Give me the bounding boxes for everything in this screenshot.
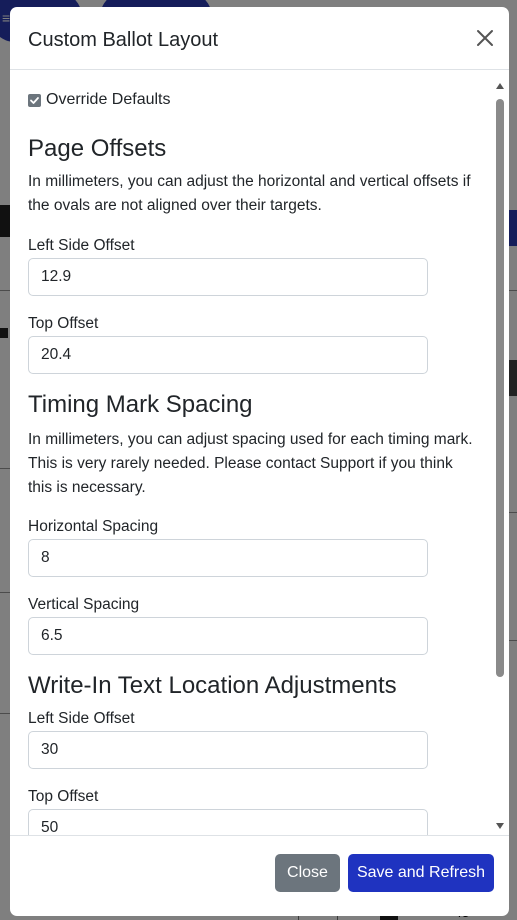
write-in-top-offset-input[interactable]	[28, 809, 428, 835]
modal-header: Custom Ballot Layout	[10, 7, 509, 70]
page-left-offset-input[interactable]	[28, 258, 428, 296]
scroll-up-arrow-icon[interactable]	[496, 83, 504, 89]
vertical-spacing-label: Vertical Spacing	[28, 596, 140, 613]
write-in-adjustments-title: Write-In Text Location Adjustments	[28, 672, 397, 699]
checkmark-icon	[30, 96, 39, 104]
override-defaults-checkbox[interactable]	[28, 93, 41, 107]
vertical-spacing-input[interactable]	[28, 617, 428, 655]
close-button[interactable]: Close	[275, 854, 340, 892]
scroll-down-arrow-icon[interactable]	[496, 823, 504, 829]
custom-ballot-layout-modal: Custom Ballot Layout Override Defaults P…	[10, 7, 509, 916]
modal-scrollbar[interactable]	[492, 70, 509, 835]
page-offsets-title: Page Offsets	[28, 135, 167, 162]
write-in-left-offset-label: Left Side Offset	[28, 710, 135, 727]
horizontal-spacing-input[interactable]	[28, 539, 428, 577]
modal-footer: Close Save and Refresh	[10, 835, 509, 916]
horizontal-spacing-label: Horizontal Spacing	[28, 518, 159, 535]
page-top-offset-input[interactable]	[28, 336, 428, 374]
close-icon[interactable]	[473, 26, 497, 50]
override-defaults-label: Override Defaults	[46, 91, 171, 108]
page-left-offset-label: Left Side Offset	[28, 237, 135, 254]
write-in-left-offset-input[interactable]	[28, 731, 428, 769]
timing-mark-spacing-title: Timing Mark Spacing	[28, 391, 253, 418]
page-offsets-help: In millimeters, you can adjust the horiz…	[28, 173, 471, 214]
modal-title: Custom Ballot Layout	[28, 29, 219, 51]
timing-mark-spacing-help: In millimeters, you can adjust spacing u…	[28, 431, 473, 496]
scrollbar-thumb[interactable]	[496, 99, 504, 677]
write-in-top-offset-label: Top Offset	[28, 788, 99, 805]
page-top-offset-label: Top Offset	[28, 315, 99, 332]
override-defaults-row: Override Defaults	[28, 91, 171, 109]
save-and-refresh-button[interactable]: Save and Refresh	[348, 854, 494, 892]
modal-body: Override Defaults Page Offsets In millim…	[10, 70, 509, 835]
